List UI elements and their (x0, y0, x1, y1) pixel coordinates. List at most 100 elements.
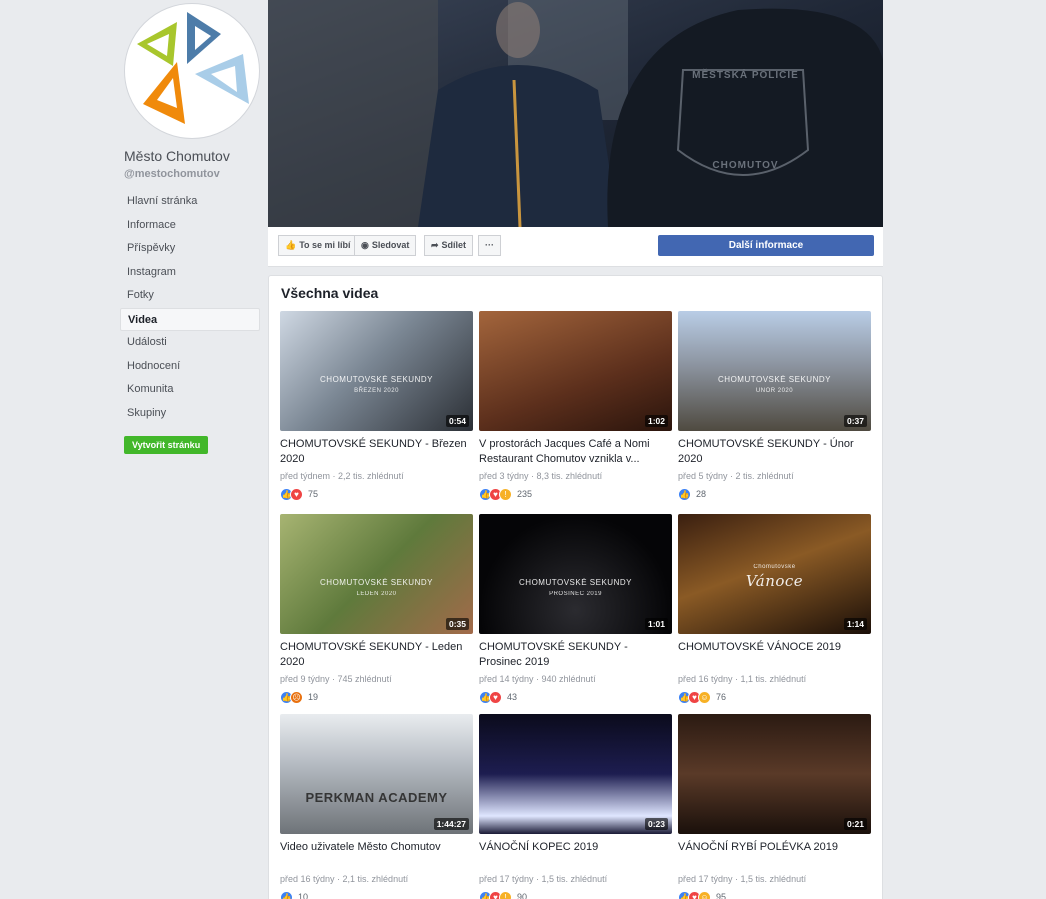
create-page-button[interactable]: Vytvořit stránku (124, 436, 209, 454)
nav-item-9[interactable]: Skupiny (120, 402, 260, 426)
video-duration: 0:21 (843, 818, 867, 830)
nav-item-5[interactable]: Videa (120, 307, 260, 331)
video-thumbnail[interactable]: CHOMUTOVSKÉ SEKUNDY BŘEZEN 2020 0:54 (280, 311, 473, 431)
video-title[interactable]: V prostorách Jacques Café a Nomi Restaur… (479, 437, 672, 466)
video-card[interactable]: PERKMAN ACADEMY 1:44:27 Video uživatele Mě… (280, 714, 473, 899)
more-info-button[interactable]: Další informace (658, 235, 874, 256)
video-title[interactable]: CHOMUTOVSKÉ SEKUNDY - Březen 2020 (280, 437, 473, 466)
video-title[interactable]: VÁNOČNÍ KOPEC 2019 (479, 840, 672, 855)
reactions[interactable]: 👍 10 (280, 890, 308, 899)
thumbnail-overlay-subtitle: PROSINEC 2019 (549, 591, 602, 597)
videos-title: Všechna videa (281, 285, 379, 301)
share-button[interactable]: ➦ Sdílet (424, 235, 474, 256)
reaction-count: 28 (696, 489, 707, 499)
nav-item-6[interactable]: Události (120, 331, 260, 355)
thumbs-up-icon: 👍 (285, 240, 297, 250)
rss-icon: ◉ (361, 240, 369, 250)
reactions[interactable]: 👍 ♥! 235 (479, 487, 532, 501)
video-card[interactable]: 0:23 VÁNOČNÍ KOPEC 2019 před 17 týdny · 1,… (479, 714, 672, 899)
cover-badge-top: MĚSTSKÁ POLICIE (692, 70, 799, 81)
nav-item-0[interactable]: Hlavní stránka (120, 190, 260, 214)
video-title[interactable]: Video uživatele Město Chomutov (280, 840, 473, 855)
thumbnail-overlay-subtitle: BŘEZEN 2020 (354, 388, 399, 394)
like-label: To se mi líbí (299, 240, 351, 250)
reactions[interactable]: 👍 ♥! 90 (479, 890, 527, 899)
reactions[interactable]: 👍 ♥ ☺ 76 (678, 690, 726, 704)
share-arrow-icon: ➦ (431, 240, 439, 250)
reactions[interactable]: 👍 ♥ 75 (280, 487, 318, 501)
follow-label: Sledovat (371, 240, 410, 250)
love-reaction-icon: ♥ (290, 487, 303, 501)
video-title[interactable]: CHOMUTOVSKÉ SEKUNDY - Prosinec 2019 (479, 640, 672, 669)
nav-item-4[interactable]: Fotky (120, 284, 260, 308)
video-thumbnail[interactable]: CHOMUTOVSKÉ SEKUNDY LEDEN 2020 0:35 (280, 514, 473, 634)
city-logo-icon (137, 12, 249, 124)
video-card[interactable]: Vánoce Chomutovské 1:14 CHOMUTOVSKÉ VÁNOCE … (678, 514, 871, 709)
reaction-count: 95 (716, 892, 727, 899)
wow-reaction-icon: ! (499, 890, 512, 899)
nav-item-3[interactable]: Instagram (120, 261, 260, 285)
thumbnail-overlay-title: CHOMUTOVSKÉ SEKUNDY (718, 375, 831, 384)
page-name[interactable]: Město Chomutov (124, 148, 230, 164)
like-reaction-icon: 👍 (280, 890, 293, 899)
share-label: Sdílet (441, 240, 467, 250)
video-duration: 0:37 (843, 415, 867, 427)
video-card[interactable]: CHOMUTOVSKÉ SEKUNDY PROSINEC 2019 1:01 CHOM… (479, 514, 672, 709)
video-thumbnail[interactable]: PERKMAN ACADEMY 1:44:27 (280, 714, 473, 834)
video-duration: 0:23 (644, 818, 668, 830)
reaction-count: 43 (507, 692, 518, 702)
video-card[interactable]: CHOMUTOVSKÉ SEKUNDY ÚNOR 2020 0:37 CHOMUTOV… (678, 311, 871, 506)
video-card[interactable]: 1:02 V prostorách Jacques Café a Nomi Res… (479, 311, 672, 506)
video-title[interactable]: CHOMUTOVSKÉ SEKUNDY - Únor 2020 (678, 437, 871, 466)
thumbnail-overlay-title: Vánoce (745, 572, 804, 590)
reactions[interactable]: 👍 ♥ 43 (479, 690, 517, 704)
video-duration: 1:44:27 (433, 818, 469, 830)
video-meta: před 5 týdny · 2 tis. zhlédnutí (678, 471, 794, 481)
video-meta: před 16 týdny · 2,1 tis. zhlédnutí (280, 874, 409, 884)
nav-item-8[interactable]: Komunita (120, 378, 260, 402)
thumbnail-overlay-title: CHOMUTOVSKÉ SEKUNDY (519, 578, 632, 587)
video-duration: 1:14 (843, 618, 867, 630)
video-title[interactable]: CHOMUTOVSKÉ VÁNOCE 2019 (678, 640, 871, 655)
cover-image (268, 0, 883, 227)
follow-button[interactable]: ◉ Sledovat (354, 235, 417, 256)
page-handle[interactable]: @mestochomutov (124, 168, 220, 180)
video-meta: před 3 týdny · 8,3 tis. zhlédnutí (479, 471, 603, 481)
video-card[interactable]: CHOMUTOVSKÉ SEKUNDY BŘEZEN 2020 0:54 CHOMUT… (280, 311, 473, 506)
nav-item-7[interactable]: Hodnocení (120, 355, 260, 379)
reaction-count: 19 (308, 692, 319, 702)
more-options-button[interactable]: ··· (478, 235, 501, 256)
like-page-button[interactable]: 👍 To se mi líbí (278, 235, 358, 256)
video-thumbnail[interactable]: 0:23 (479, 714, 672, 834)
page-nav: Hlavní stránka Informace Příspěvky Instagra… (120, 190, 260, 425)
nav-item-1[interactable]: Informace (120, 214, 260, 238)
video-thumbnail[interactable]: 0:21 (678, 714, 871, 834)
video-meta: před týdnem · 2,2 tis. zhlédnutí (280, 471, 404, 481)
reactions[interactable]: 👍 ♥ ☺ 95 (678, 890, 726, 899)
video-card[interactable]: CHOMUTOVSKÉ SEKUNDY LEDEN 2020 0:35 CHOMUTO… (280, 514, 473, 709)
video-duration: 0:54 (445, 415, 469, 427)
videos-panel: Všechna videa CHOMUTOVSKÉ SEKUNDY BŘEZEN … (268, 275, 883, 899)
reaction-count: 90 (517, 892, 528, 899)
cover-photo[interactable]: MĚSTSKÁ POLICIE CHOMUTOV (268, 0, 883, 227)
video-card[interactable]: 0:21 VÁNOČNÍ RYBÍ POLÉVKA 2019 před 17 týd… (678, 714, 871, 899)
video-thumbnail[interactable]: CHOMUTOVSKÉ SEKUNDY ÚNOR 2020 0:37 (678, 311, 871, 431)
reactions[interactable]: 👍 ☹ 19 (280, 690, 318, 704)
video-title[interactable]: VÁNOČNÍ RYBÍ POLÉVKA 2019 (678, 840, 871, 855)
video-meta: před 9 týdny · 745 zhlédnutí (280, 674, 392, 684)
video-duration: 1:02 (644, 415, 668, 427)
thumbnail-overlay-title: PERKMAN ACADEMY (305, 790, 448, 805)
video-title[interactable]: CHOMUTOVSKÉ SEKUNDY - Leden 2020 (280, 640, 473, 669)
nav-item-2[interactable]: Příspěvky (120, 237, 260, 261)
video-meta: před 17 týdny · 1,5 tis. zhlédnutí (479, 874, 608, 884)
angry-reaction-icon: ☹ (290, 690, 303, 704)
thumbnail-overlay-subtitle: ÚNOR 2020 (755, 388, 794, 394)
cover-badge-bottom: CHOMUTOV (712, 160, 779, 171)
video-thumbnail[interactable]: CHOMUTOVSKÉ SEKUNDY PROSINEC 2019 1:01 (479, 514, 672, 634)
video-thumbnail[interactable]: Vánoce Chomutovské 1:14 (678, 514, 871, 634)
video-thumbnail[interactable]: 1:02 (479, 311, 672, 431)
reaction-count: 76 (716, 692, 727, 702)
page-avatar[interactable] (124, 3, 260, 139)
reactions[interactable]: 👍 28 (678, 487, 706, 501)
thumbnail-overlay-subtitle: LEDEN 2020 (356, 591, 397, 597)
